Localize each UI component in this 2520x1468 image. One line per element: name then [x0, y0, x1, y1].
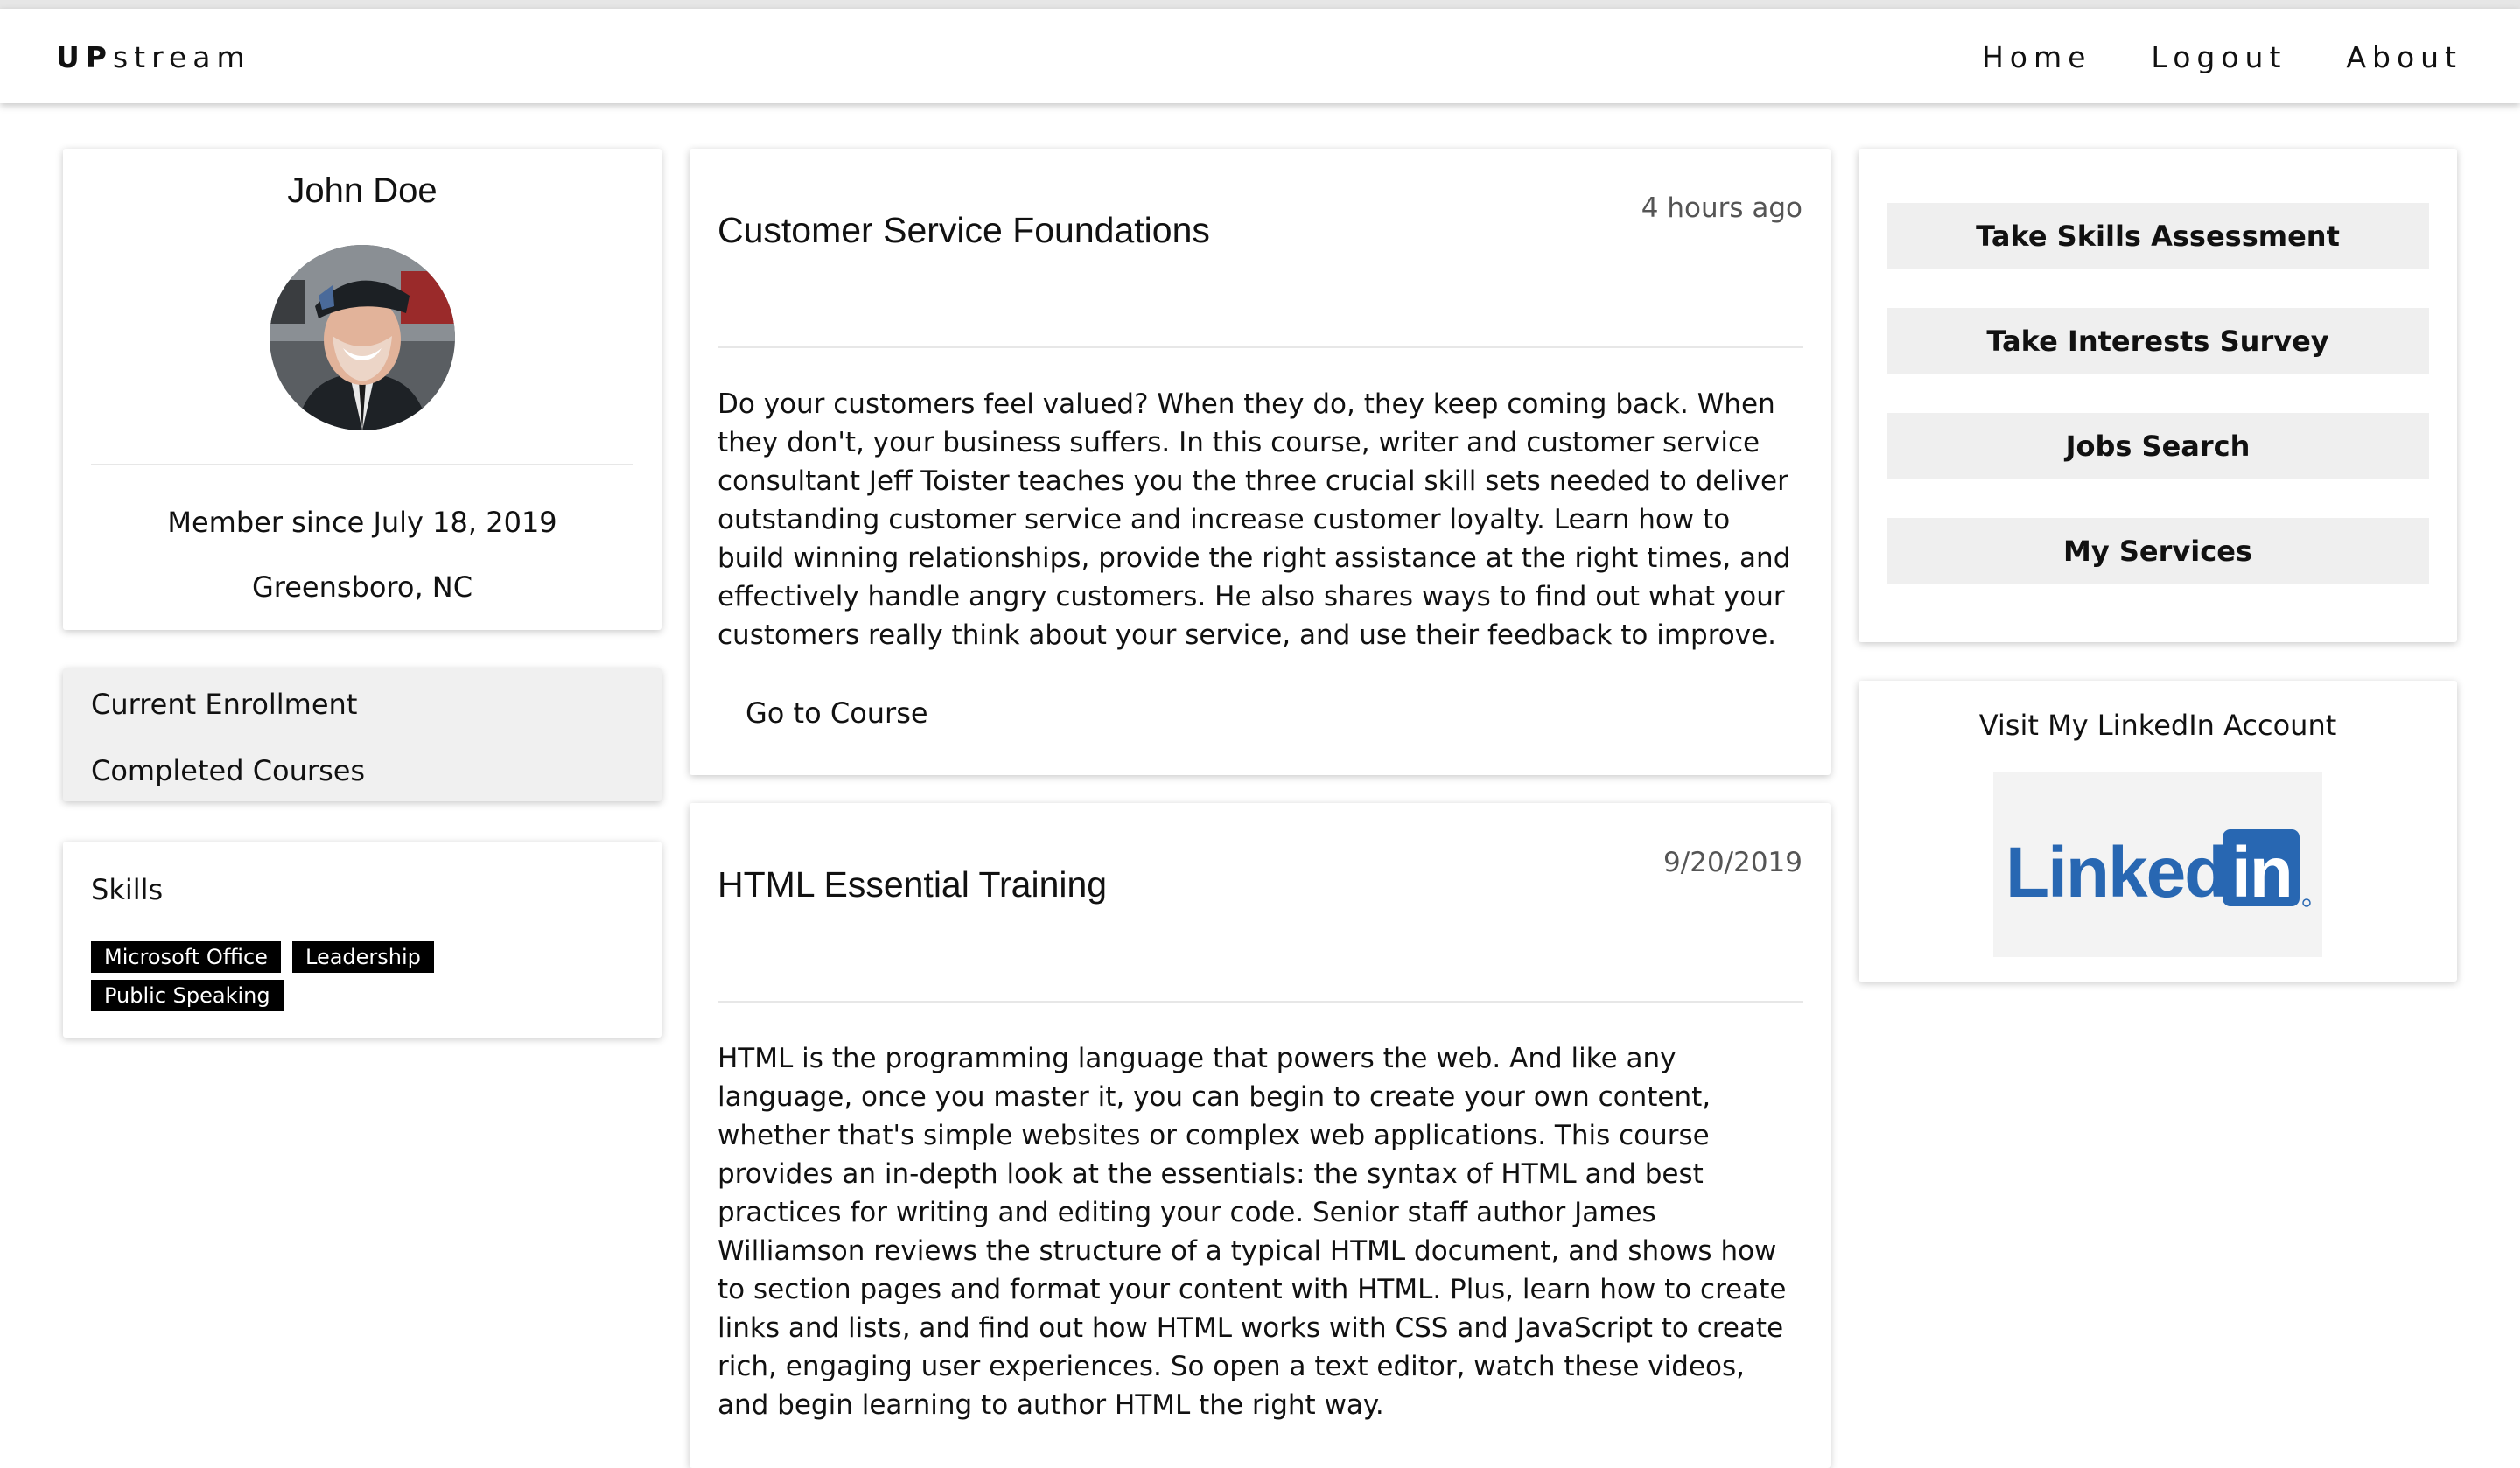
course-card: HTML Essential Training 9/20/2019 HTML i… — [690, 803, 1830, 1468]
course-title: Customer Service Foundations — [718, 210, 1210, 250]
course-timestamp: 9/20/2019 — [1663, 847, 1802, 878]
course-description: Do your customers feel valued? When they… — [718, 388, 1791, 651]
location: Greensboro, NC — [251, 570, 473, 604]
linkedin-logo-icon[interactable]: Linked in — [1993, 772, 2322, 957]
skills-title: Skills — [91, 873, 164, 906]
skills-card: Skills Microsoft Office Leadership Publi… — [63, 842, 662, 1038]
skill-tag: Public Speaking — [91, 980, 284, 1011]
linkedin-title: Visit My LinkedIn Account — [1978, 709, 2337, 742]
go-to-course-link[interactable]: Go to Course — [746, 696, 928, 730]
current-enrollment-link[interactable]: Current Enrollment — [91, 688, 357, 721]
top-border — [0, 0, 2520, 9]
nav-about-link[interactable]: About — [2346, 40, 2462, 74]
linkedin-card: Visit My LinkedIn Account Linked in — [1858, 681, 2457, 982]
avatar-photo — [270, 245, 455, 430]
profile-divider — [91, 464, 634, 465]
brand-rest: stream — [112, 40, 251, 74]
nav-logout-link[interactable]: Logout — [2151, 40, 2286, 74]
linkedin-in-mark: in — [2231, 833, 2292, 912]
linkedin-wordmark: Linked — [2006, 833, 2226, 912]
profile-card: John Doe Member since July 18, 2019 Gree… — [63, 149, 662, 630]
skills-assessment-button[interactable]: Take Skills Assessment — [1886, 203, 2429, 269]
my-services-button[interactable]: My Services — [1886, 518, 2429, 584]
skill-tag: Microsoft Office — [91, 941, 281, 973]
interests-survey-button[interactable]: Take Interests Survey — [1886, 308, 2429, 374]
jobs-search-button[interactable]: Jobs Search — [1886, 413, 2429, 479]
linkedin-logo-graphic: Linked in — [2006, 829, 2311, 912]
skill-tag: Leadership — [292, 941, 434, 973]
course-card: Customer Service Foundations 4 hours ago… — [690, 149, 1830, 775]
course-divider — [718, 1001, 1802, 1003]
navbar: UPstream Home Logout About — [0, 9, 2520, 103]
member-since: Member since July 18, 2019 — [167, 506, 557, 539]
course-timestamp: 4 hours ago — [1641, 192, 1802, 224]
course-title: HTML Essential Training — [718, 864, 1108, 905]
course-description: HTML is the programming language that po… — [718, 1043, 1787, 1421]
course-divider — [718, 346, 1802, 348]
brand-bold: UP — [56, 40, 113, 74]
actions-card: Take Skills Assessment Take Interests Su… — [1858, 149, 2457, 642]
brand-logo[interactable]: UPstream — [56, 40, 251, 74]
nav-links: Home Logout About — [1982, 40, 2462, 74]
nav-home-link[interactable]: Home — [1982, 40, 2091, 74]
courses-menu: Current Enrollment Completed Courses — [63, 668, 662, 801]
profile-name: John Doe — [287, 171, 438, 210]
avatar — [270, 245, 455, 430]
completed-courses-link[interactable]: Completed Courses — [91, 754, 365, 787]
